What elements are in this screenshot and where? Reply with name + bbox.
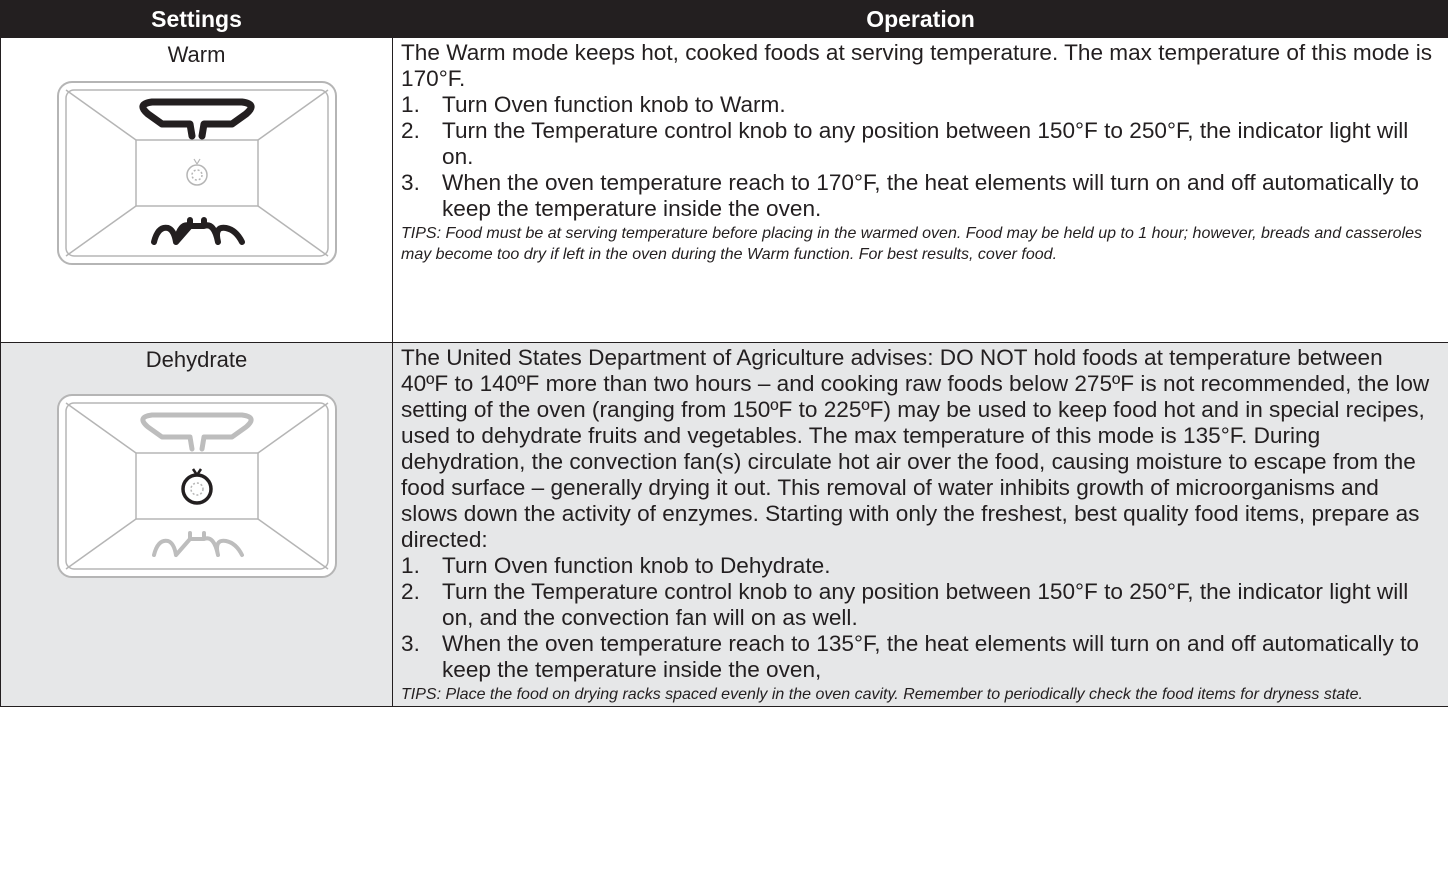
header-row: Settings Operation — [0, 0, 1448, 38]
oven-warm-mode-icon — [56, 81, 337, 265]
settings-header: Settings — [0, 0, 393, 38]
oven-dehydrate-mode-icon — [56, 394, 337, 578]
list-item: 2. Turn the Temperature control knob to a… — [401, 118, 1436, 170]
dehydrate-intro-text: The United States Department of Agricult… — [401, 345, 1430, 552]
list-item: 1. Turn Oven function knob to Dehydrate. — [401, 553, 1436, 579]
step-number: 1. — [401, 92, 420, 117]
setting-cell-warm: Warm — [0, 37, 393, 343]
list-item: 3. When the oven temperature reach to 135… — [401, 631, 1436, 683]
operation-cell-dehydrate: The United States Department of Agricult… — [392, 342, 1448, 707]
list-item: 3. When the oven temperature reach to 170… — [401, 170, 1436, 222]
setting-label-warm: Warm — [167, 42, 226, 67]
warm-intro-text: The Warm mode keeps hot, cooked foods at… — [401, 40, 1433, 91]
step-text: Turn Oven function knob to Dehydrate. — [442, 553, 831, 578]
warm-tips-text: TIPS: Food must be at serving temperatur… — [401, 225, 1423, 263]
setting-cell-dehydrate: Dehydrate — [0, 342, 393, 707]
list-item: 2. Turn the Temperature control knob to a… — [401, 579, 1436, 631]
setting-label-dehydrate: Dehydrate — [145, 347, 248, 372]
step-text: Turn the Temperature control knob to any… — [442, 118, 1409, 169]
table-row-dehydrate: Dehydrate The United States Department o… — [0, 342, 1448, 707]
list-item: 1. Turn Oven function knob to Warm. — [401, 92, 1436, 118]
warm-steps-list: 1. Turn Oven function knob to Warm. 2. Tur… — [401, 92, 1436, 222]
dehydrate-steps-list: 1. Turn Oven function knob to Dehydrate. … — [401, 553, 1436, 683]
operation-cell-warm: The Warm mode keeps hot, cooked foods at… — [392, 37, 1448, 343]
oven-settings-table: Settings Operation Warm The Warm mode ke… — [0, 0, 1448, 707]
step-text: When the oven temperature reach to 170°F… — [442, 170, 1419, 221]
table-row-warm: Warm The Warm mode keeps hot, cooked foo… — [0, 37, 1448, 343]
dehydrate-tips-text: TIPS: Place the food on drying racks spa… — [401, 686, 1363, 703]
step-text: Turn Oven function knob to Warm. — [442, 92, 786, 117]
step-text: When the oven temperature reach to 135°F… — [442, 631, 1419, 682]
step-number: 2. — [401, 579, 420, 604]
step-number: 3. — [401, 170, 420, 195]
step-number: 1. — [401, 553, 420, 578]
step-number: 3. — [401, 631, 420, 656]
step-number: 2. — [401, 118, 420, 143]
step-text: Turn the Temperature control knob to any… — [442, 579, 1409, 630]
operation-header: Operation — [392, 0, 1448, 38]
